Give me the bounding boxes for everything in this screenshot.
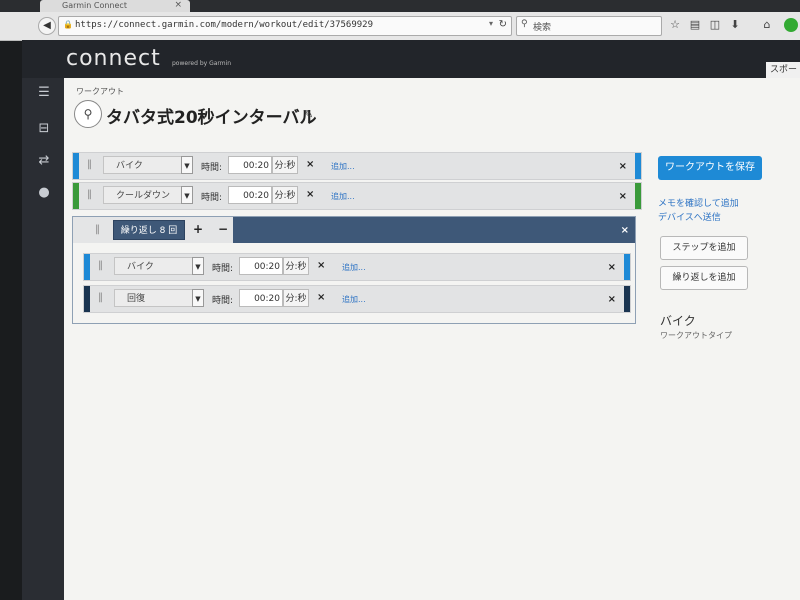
time-input[interactable]: 00:20 — [228, 156, 272, 174]
search-icon: ⚲ — [521, 19, 528, 29]
drag-handle-icon[interactable]: ‖ — [98, 260, 103, 271]
add-step-button[interactable]: ステップを追加 — [660, 236, 748, 260]
time-label: 時間: — [201, 163, 223, 173]
time-label: 時間: — [212, 264, 234, 274]
time-label: 時間: — [201, 193, 223, 203]
delete-step-icon[interactable]: × — [608, 262, 616, 273]
delete-step-icon[interactable]: × — [619, 191, 627, 202]
drag-handle-icon[interactable]: ‖ — [87, 159, 92, 170]
reload-icon[interactable]: ↻ — [499, 19, 507, 30]
inbox-icon[interactable]: ⊟ — [36, 122, 52, 136]
app-header: connect powered by Garmin スポー — [22, 40, 800, 78]
add-repeat-button[interactable]: 繰り返しを追加 — [660, 266, 748, 290]
sport-type: バイク — [660, 314, 696, 328]
step-color-bar — [84, 254, 90, 280]
repeat-header: ‖ 繰り返し 8 回 + − × — [73, 217, 635, 243]
tab-title: Garmin Connect — [62, 1, 127, 10]
bike-icon: ⚲ — [74, 100, 102, 128]
connect-logo[interactable]: connect — [66, 46, 161, 71]
save-workout-button[interactable]: ワークアウトを保存 — [658, 156, 762, 180]
extension-icon[interactable] — [784, 18, 798, 32]
step-color-bar — [73, 153, 79, 179]
pocket-icon[interactable]: ◫ — [708, 18, 722, 31]
step-type-select[interactable]: バイク — [103, 156, 193, 174]
plus-icon[interactable]: + — [193, 222, 203, 236]
logo-subtitle: powered by Garmin — [172, 60, 232, 67]
star-icon[interactable]: ☆ — [668, 18, 682, 31]
lock-icon: 🔒 — [63, 20, 73, 29]
clipboard-icon[interactable]: ▤ — [688, 18, 702, 31]
back-arrow-icon[interactable]: ◀ — [38, 17, 56, 35]
search-input[interactable]: ⚲ 検索 — [516, 16, 662, 36]
step-type-select[interactable]: 回復 — [114, 289, 204, 307]
clear-time-icon[interactable]: × — [317, 292, 325, 303]
sidebar: ☰ ⊟ ⇄ ● — [22, 78, 64, 600]
add-link[interactable]: 追加... — [331, 161, 355, 172]
repeat-group: ‖ 繰り返し 8 回 + − × ‖ バイク ▼ 時間: 00:20 分:秒 ×… — [72, 216, 636, 324]
time-input[interactable]: 00:20 — [228, 186, 272, 204]
url-dropdown-icon[interactable]: ▾ — [489, 19, 493, 28]
step-type-select[interactable]: バイク — [114, 257, 204, 275]
step-color-bar — [635, 153, 641, 179]
step-row: ‖ バイク ▼ 時間: 00:20 分:秒 × 追加... × — [83, 253, 631, 281]
drag-handle-icon[interactable]: ‖ — [98, 292, 103, 303]
link-icon[interactable]: ⇄ — [36, 154, 52, 168]
clear-time-icon[interactable]: × — [317, 260, 325, 271]
step-color-bar — [624, 254, 630, 280]
drag-handle-icon[interactable]: ‖ — [95, 224, 100, 235]
breadcrumb[interactable]: ワークアウト — [76, 86, 124, 97]
chevron-down-icon[interactable]: ▼ — [181, 186, 193, 204]
chevron-down-icon[interactable]: ▼ — [181, 156, 193, 174]
delete-step-icon[interactable]: × — [619, 161, 627, 172]
edit-pencil-icon[interactable]: ✎ — [304, 108, 313, 121]
chevron-down-icon[interactable]: ▼ — [192, 257, 204, 275]
send-to-device-link[interactable]: デバイスへ送信 — [658, 210, 721, 223]
time-label: 時間: — [212, 296, 234, 306]
step-color-bar — [635, 183, 641, 209]
tab-close-icon[interactable]: × — [174, 0, 182, 10]
time-input[interactable]: 00:20 — [239, 257, 283, 275]
main-content: ワークアウト ⚲ タバタ式20秒インターバル ✎ ‖ バイク ▼ 時間: 00:… — [64, 78, 800, 600]
time-input[interactable]: 00:20 — [239, 289, 283, 307]
delete-step-icon[interactable]: × — [608, 294, 616, 305]
url-bar[interactable]: 🔒 https://connect.garmin.com/modern/work… — [58, 16, 512, 36]
step-color-bar — [73, 183, 79, 209]
clear-time-icon[interactable]: × — [306, 189, 314, 200]
add-link[interactable]: 追加... — [342, 294, 366, 305]
memo-link[interactable]: メモを確認して追加 — [658, 196, 739, 209]
step-row: ‖ クールダウン ▼ 時間: 00:20 分:秒 × 追加... × — [72, 182, 642, 210]
browser-navbar: ◀ 🔒 https://connect.garmin.com/modern/wo… — [0, 12, 800, 41]
unit-select[interactable]: 分:秒 — [272, 156, 298, 174]
sport-tab[interactable]: スポー — [766, 62, 800, 78]
sport-type-caption: ワークアウトタイプ — [660, 331, 732, 340]
search-placeholder: 検索 — [533, 23, 552, 33]
drag-handle-icon[interactable]: ‖ — [87, 189, 92, 200]
delete-repeat-icon[interactable]: × — [621, 225, 629, 236]
chevron-down-icon[interactable]: ▼ — [192, 289, 204, 307]
browser-tab[interactable]: Garmin Connect × — [40, 0, 190, 12]
step-color-bar — [624, 286, 630, 312]
home-icon[interactable]: ⌂ — [760, 18, 774, 31]
step-type-select[interactable]: クールダウン — [103, 186, 193, 204]
unit-select[interactable]: 分:秒 — [283, 257, 309, 275]
add-link[interactable]: 追加... — [331, 191, 355, 202]
minus-icon[interactable]: − — [218, 222, 228, 236]
url-text: https://connect.garmin.com/modern/workou… — [75, 20, 374, 30]
step-color-bar — [84, 286, 90, 312]
unit-select[interactable]: 分:秒 — [283, 289, 309, 307]
browser-tabbar: Garmin Connect × — [0, 0, 800, 12]
download-icon[interactable]: ⬇ — [728, 18, 742, 31]
add-link[interactable]: 追加... — [342, 262, 366, 273]
menu-icon[interactable]: ☰ — [36, 86, 52, 100]
person-icon[interactable]: ● — [36, 186, 52, 200]
repeat-count-button[interactable]: 繰り返し 8 回 — [113, 220, 185, 240]
unit-select[interactable]: 分:秒 — [272, 186, 298, 204]
clear-time-icon[interactable]: × — [306, 159, 314, 170]
step-row: ‖ 回復 ▼ 時間: 00:20 分:秒 × 追加... × — [83, 285, 631, 313]
repeat-controls: ‖ 繰り返し 8 回 + − — [73, 217, 233, 243]
workout-title[interactable]: タバタ式20秒インターバル — [106, 103, 317, 128]
step-row: ‖ バイク ▼ 時間: 00:20 分:秒 × 追加... × — [72, 152, 642, 180]
